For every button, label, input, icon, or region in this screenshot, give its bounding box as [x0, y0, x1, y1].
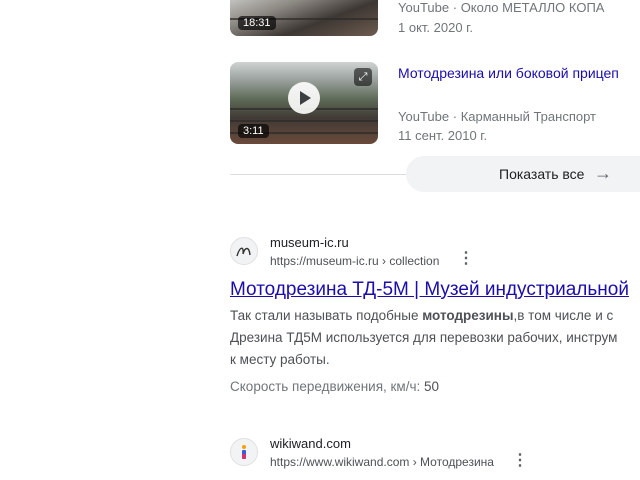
result-site-name[interactable]: museum-ic.ru	[270, 235, 349, 250]
video-channel: Карманный Транспорт	[460, 109, 596, 124]
divider	[230, 174, 410, 175]
result-attribute: Скорость передвижения, км/ч: 50	[230, 379, 439, 394]
video-title-link[interactable]: Мотодрезина или боковой прицеп	[398, 65, 619, 81]
result-url[interactable]: https://www.wikiwand.com › Мотодрезина	[270, 455, 494, 469]
result-snippet-line: к месту работы.	[230, 352, 330, 367]
separator: ·	[452, 109, 458, 124]
video-source: YouTube	[398, 0, 450, 15]
result-snippet-line: Так стали называть подобные мотодрезины,…	[230, 308, 614, 323]
video-channel: Около МЕТАЛЛО КОПА	[460, 0, 605, 15]
video-date: 11 сент. 2010 г.	[398, 128, 488, 143]
result-snippet-line: Дрезина ТД5М используется для перевозки …	[230, 330, 618, 345]
video-duration: 3:11	[238, 124, 269, 138]
site-favicon-icon	[230, 237, 258, 265]
video-thumbnail[interactable]: 18:31	[230, 0, 378, 36]
play-icon[interactable]	[288, 82, 320, 114]
video-meta: YouTube · Около МЕТАЛЛО КОПА	[398, 0, 604, 15]
site-favicon-icon	[230, 438, 258, 466]
video-source: YouTube	[398, 109, 450, 124]
attribute-label: Скорость передвижения, км/ч:	[230, 379, 421, 394]
video-thumbnail[interactable]: ⤢ 3:11	[230, 62, 378, 144]
arrow-right-icon: →	[594, 163, 612, 183]
attribute-value: 50	[424, 379, 440, 394]
result-url[interactable]: https://museum-ic.ru › collection	[270, 254, 439, 268]
more-vert-icon[interactable]: ⋮	[458, 251, 474, 267]
video-meta: YouTube · Карманный Транспорт	[398, 109, 596, 124]
show-all-button[interactable]: Показать все →	[406, 156, 640, 192]
video-date: 1 окт. 2020 г.	[398, 20, 473, 35]
video-duration: 18:31	[238, 16, 276, 30]
show-all-label: Показать все	[499, 166, 585, 182]
expand-icon[interactable]: ⤢	[354, 68, 372, 86]
more-vert-icon[interactable]: ⋮	[512, 453, 528, 469]
separator: ·	[452, 0, 458, 15]
result-site-name[interactable]: wikiwand.com	[270, 436, 351, 451]
result-title-link[interactable]: Мотодрезина ТД-5М | Музей индустриальной	[230, 279, 629, 301]
